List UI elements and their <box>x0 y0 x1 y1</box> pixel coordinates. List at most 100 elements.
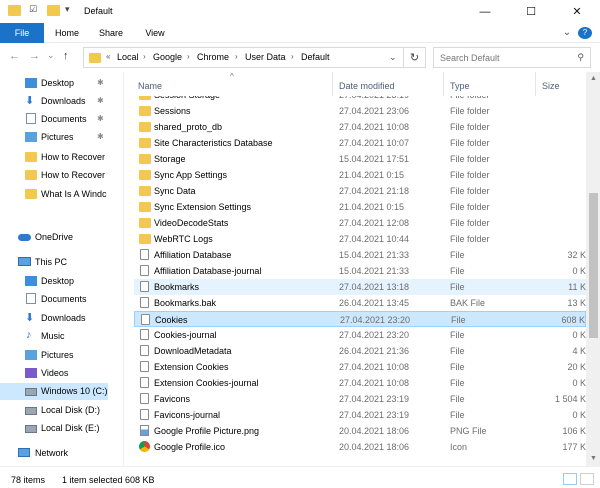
list-item[interactable]: Favicons-journal 27.04.2021 23:19 File 0… <box>134 407 586 423</box>
list-item[interactable]: DownloadMetadata 26.04.2021 21:36 File 4… <box>134 343 586 359</box>
desktop-icon <box>25 78 37 88</box>
maximize-button[interactable]: ☐ <box>508 0 554 23</box>
sidebar-item-onedrive[interactable]: OneDrive <box>0 229 123 246</box>
breadcrumb-overflow[interactable]: « <box>106 52 110 61</box>
list-item[interactable]: Affiliation Database-journal 15.04.2021 … <box>134 263 586 279</box>
sidebar-item-this-pc-pictures[interactable]: Pictures <box>0 347 123 364</box>
folder-icon <box>25 170 37 180</box>
sidebar-item-this-pc-documents[interactable]: Documents <box>0 291 123 308</box>
list-item[interactable]: Bookmarks.bak 26.04.2021 13:45 BAK File … <box>134 295 586 311</box>
column-header-date-modified[interactable]: Date modified <box>339 81 395 91</box>
sidebar-item-documents[interactable]: Documents ✱ <box>0 111 123 128</box>
back-button[interactable]: ← <box>9 50 20 62</box>
minimize-button[interactable]: — <box>462 0 508 23</box>
file-icon <box>140 361 149 372</box>
sidebar-scrollbar[interactable] <box>108 72 123 466</box>
vertical-scrollbar[interactable]: ▲ ▼ <box>586 72 600 466</box>
list-item[interactable]: Favicons 27.04.2021 23:19 File 1 504 K <box>134 391 586 407</box>
selection-size: 608 KB <box>125 475 155 485</box>
tab-home[interactable]: Home <box>48 23 86 43</box>
pc-icon <box>18 257 31 266</box>
sidebar-item-local-disk-d[interactable]: Local Disk (D:) <box>0 402 123 419</box>
recent-locations-button[interactable]: ⌄ <box>47 50 55 61</box>
sidebar-item-network[interactable]: Network <box>0 445 123 462</box>
close-button[interactable]: ✕ <box>554 0 600 23</box>
column-divider[interactable] <box>535 72 536 96</box>
address-bar[interactable]: « Local › Google › Chrome › User Data › … <box>83 47 404 68</box>
videos-icon <box>25 368 37 378</box>
expand-ribbon-icon[interactable]: ⌄ <box>560 23 574 43</box>
folder-icon <box>139 202 151 212</box>
list-item[interactable]: WebRTC Logs 27.04.2021 10:44 File folder <box>134 231 586 247</box>
list-item[interactable]: VideoDecodeStats 27.04.2021 12:08 File f… <box>134 215 586 231</box>
folder-icon <box>139 186 151 196</box>
search-box[interactable]: ⚲ <box>433 47 591 68</box>
sidebar-item-label: Desktop <box>41 276 75 286</box>
details-view-button[interactable] <box>563 473 577 485</box>
breadcrumb-user-data[interactable]: User Data <box>245 52 286 62</box>
breadcrumb-chrome[interactable]: Chrome <box>197 52 229 62</box>
list-item[interactable]: Storage 15.04.2021 17:51 File folder <box>134 151 586 167</box>
list-item[interactable]: Sync Data 27.04.2021 21:18 File folder <box>134 183 586 199</box>
address-dropdown-icon[interactable]: ⌄ <box>389 52 397 63</box>
refresh-button[interactable]: ↻ <box>404 47 426 68</box>
sidebar-item-local-disk-e[interactable]: Local Disk (E:) <box>0 420 123 437</box>
sidebar-item-downloads[interactable]: ⬇ Downloads ✱ <box>0 93 123 110</box>
list-item[interactable]: Extension Cookies-journal 27.04.2021 10:… <box>134 375 586 391</box>
file-icon <box>140 297 149 308</box>
sidebar-item-pictures[interactable]: Pictures ✱ <box>0 129 123 146</box>
scroll-up-arrow[interactable]: ▲ <box>590 75 597 82</box>
tab-share[interactable]: Share <box>92 23 130 43</box>
list-item-selected[interactable]: Cookies 27.04.2021 23:20 File 608 K <box>134 311 586 327</box>
forward-button[interactable]: → <box>29 50 40 62</box>
list-item[interactable]: Sessions 27.04.2021 23:06 File folder <box>134 103 586 119</box>
new-folder-icon[interactable] <box>47 5 60 16</box>
up-button[interactable]: ↑ <box>63 50 69 62</box>
column-header-name[interactable]: Name <box>138 81 162 91</box>
sidebar-item-how-to-recover-2[interactable]: How to Recover <box>0 167 123 184</box>
column-headers: ^ Name Date modified Type Size <box>124 72 586 96</box>
selection-count: 1 item selected <box>62 475 123 485</box>
column-header-type[interactable]: Type <box>450 81 470 91</box>
folder-icon <box>139 170 151 180</box>
list-item[interactable]: Sync App Settings 21.04.2021 0:15 File f… <box>134 167 586 183</box>
large-icons-view-button[interactable] <box>580 473 594 485</box>
sidebar-item-this-pc-downloads[interactable]: ⬇ Downloads <box>0 310 123 327</box>
tab-file[interactable]: File <box>0 23 44 43</box>
sidebar-item-how-to-recover-1[interactable]: How to Recover <box>0 149 123 166</box>
list-item[interactable]: Affiliation Database 15.04.2021 21:33 Fi… <box>134 247 586 263</box>
status-bar: 78 items 1 item selected 608 KB <box>0 466 600 488</box>
breadcrumb-separator: › <box>291 52 294 61</box>
column-header-size[interactable]: Size <box>542 81 560 91</box>
folder-icon <box>25 189 37 199</box>
help-icon[interactable]: ? <box>578 27 592 39</box>
sidebar-item-videos[interactable]: Videos <box>0 365 123 382</box>
scroll-down-arrow[interactable]: ▼ <box>590 455 597 462</box>
sidebar-item-windows-10-c[interactable]: Windows 10 (C:) <box>0 383 123 400</box>
list-item[interactable]: Sync Extension Settings 21.04.2021 0:15 … <box>134 199 586 215</box>
sidebar-item-desktop[interactable]: Desktop ✱ <box>0 75 123 92</box>
sidebar-item-this-pc-desktop[interactable]: Desktop <box>0 273 123 290</box>
list-item[interactable]: Cookies-journal 27.04.2021 23:20 File 0 … <box>134 327 586 343</box>
tab-view[interactable]: View <box>136 23 174 43</box>
scrollbar-thumb[interactable] <box>589 193 598 338</box>
breadcrumb-local[interactable]: Local <box>117 52 139 62</box>
list-item[interactable]: Site Characteristics Database 27.04.2021… <box>134 135 586 151</box>
sidebar-item-what-is-a-windows[interactable]: What Is A Windc <box>0 186 123 203</box>
list-item[interactable]: Bookmarks 27.04.2021 13:18 File 11 K <box>134 279 586 295</box>
list-item[interactable]: Google Profile.ico 20.04.2021 18:06 Icon… <box>134 439 586 455</box>
column-divider[interactable] <box>443 72 444 96</box>
breadcrumb-google[interactable]: Google <box>153 52 182 62</box>
search-icon[interactable]: ⚲ <box>577 52 584 63</box>
breadcrumb-default[interactable]: Default <box>301 52 330 62</box>
customize-toolbar-icon[interactable]: ▾ <box>65 4 70 15</box>
properties-icon[interactable]: ☑ <box>29 4 37 15</box>
folder-icon <box>139 106 151 116</box>
list-item[interactable]: Extension Cookies 27.04.2021 10:08 File … <box>134 359 586 375</box>
search-input[interactable] <box>434 48 564 67</box>
list-item[interactable]: shared_proto_db 27.04.2021 10:08 File fo… <box>134 119 586 135</box>
column-divider[interactable] <box>332 72 333 96</box>
sidebar-item-this-pc[interactable]: This PC <box>0 254 123 271</box>
sidebar-item-music[interactable]: ♪ Music <box>0 328 123 345</box>
list-item[interactable]: Google Profile Picture.png 20.04.2021 18… <box>134 423 586 439</box>
